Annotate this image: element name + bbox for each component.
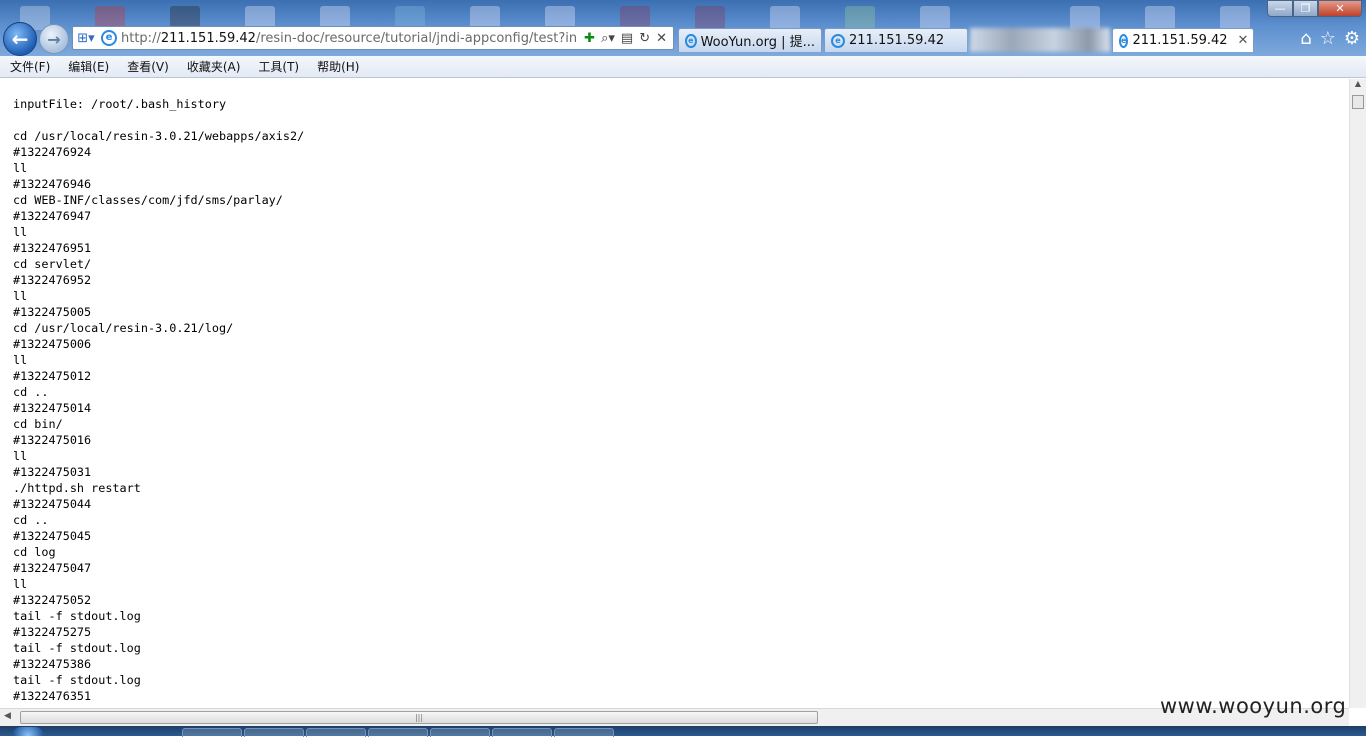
history-line: cd WEB-INF/classes/com/jfd/sms/parlay/ [13,193,283,207]
history-line: cd log [13,545,56,559]
watermark: www.wooyun.org [1160,694,1347,718]
taskbar [0,726,1366,737]
gear-icon[interactable]: ⚙ [1344,28,1360,49]
history-line: #1322475275 [13,625,92,639]
back-button[interactable]: ← [3,22,37,56]
desktop-icon-decoration [1220,6,1250,30]
address-url[interactable]: http://211.151.59.42/resin-doc/resource/… [121,31,578,46]
scroll-left-icon[interactable]: ◀ [4,711,11,721]
menu-bar: 文件(F) 编辑(E) 查看(V) 收藏夹(A) 工具(T) 帮助(H) [0,56,1366,78]
desktop-icon-decoration [695,6,725,30]
compat-icon[interactable]: ▤ [621,31,633,46]
history-line: #1322475005 [13,305,92,319]
history-line: #1322476351 [13,689,92,703]
ie-page-icon: e [101,30,117,46]
minimize-button[interactable]: — [1267,0,1293,17]
stop-icon[interactable]: ✕ [656,31,667,46]
maximize-button[interactable]: ❐ [1293,0,1318,17]
ie-tab-icon: e [685,33,697,48]
history-line: cd bin/ [13,417,63,431]
history-line: #1322475012 [13,369,92,383]
history-line: tail -f stdout.log [13,673,141,687]
menu-help[interactable]: 帮助(H) [307,58,367,75]
tab-label: 211.151.59.42 [849,33,945,48]
desktop-icon-decoration [920,6,950,30]
vertical-scrollbar[interactable]: ▲ [1349,79,1366,708]
history-line: #1322476952 [13,273,92,287]
ie-tab-icon: e [831,33,845,48]
history-line: ll [13,577,28,591]
history-line: #1322475052 [13,593,92,607]
star-icon[interactable]: ☆ [1320,28,1336,49]
tab-label: 211.151.59.42 [1132,33,1228,48]
history-line: #1322475014 [13,401,92,415]
search-icon[interactable]: ⌕▾ [601,31,615,46]
tab-ip-active[interactable]: e 211.151.59.42 ✕ [1112,28,1254,52]
desktop-icon-decoration [845,6,875,30]
tab-wooyun[interactable]: e WooYun.org | 提... [678,28,822,52]
desktop-icon-decoration [1145,6,1175,30]
history-line: ll [13,449,28,463]
vertical-scroll-thumb[interactable] [1352,95,1364,109]
compatibility-view-icon[interactable]: ⊞▾ [73,31,99,46]
tab-label: WooYun.org | 提... [700,35,815,50]
back-arrow-icon: ← [11,27,29,51]
refresh-icon[interactable]: ↻ [639,31,650,46]
horizontal-scrollbar[interactable]: ◀ ||| [0,708,1349,726]
input-file-line: inputFile: /root/.bash_history [13,97,227,111]
menu-edit[interactable]: 编辑(E) [58,58,117,75]
forward-arrow-icon: → [47,29,61,49]
history-line: #1322476946 [13,177,92,191]
history-line: cd .. [13,513,49,527]
history-line: tail -f stdout.log [13,609,141,623]
horizontal-scroll-thumb[interactable]: ||| [20,711,818,724]
text-document: inputFile: /root/.bash_historycd /usr/lo… [0,79,1349,704]
history-line: ll [13,289,28,303]
window-controls: — ❐ ✕ [1267,0,1362,17]
history-line: #1322475047 [13,561,92,575]
desktop-icon-decoration [770,6,800,30]
start-button[interactable] [12,727,44,736]
desktop-icon-decoration [1070,6,1100,30]
tab-close-icon[interactable]: ✕ [1228,33,1249,48]
history-line: #1322476947 [13,209,92,223]
history-line: #1322475006 [13,337,92,351]
history-line: cd /usr/local/resin-3.0.21/webapps/axis2… [13,129,305,143]
blurred-tab [970,28,1110,52]
ie-tab-icon: e [1119,33,1129,48]
history-line: cd /usr/local/resin-3.0.21/log/ [13,321,234,335]
history-line: cd servlet/ [13,257,92,271]
menu-file[interactable]: 文件(F) [0,58,58,75]
history-line: ll [13,353,28,367]
browser-chrome: ← → ⊞▾ e http://211.151.59.42/resin-doc/… [0,0,1366,56]
history-line: #1322476924 [13,145,92,159]
history-line: #1322475386 [13,657,92,671]
history-line: #1322475016 [13,433,92,447]
addon-icon[interactable]: ✚ [584,31,595,46]
forward-button[interactable]: → [39,24,69,54]
address-tools: ✚ ⌕▾ ▤ ↻ ✕ [578,31,673,46]
page-content: inputFile: /root/.bash_historycd /usr/lo… [0,79,1349,708]
tab-ip-1[interactable]: e 211.151.59.42 [824,28,968,52]
scroll-up-icon[interactable]: ▲ [1350,79,1366,93]
browser-toolbar-icons: ⌂ ☆ ⚙ [1300,28,1360,49]
history-lines: cd /usr/local/resin-3.0.21/webapps/axis2… [13,129,304,703]
home-icon[interactable]: ⌂ [1300,28,1311,49]
history-line: #1322475045 [13,529,92,543]
history-line: ./httpd.sh restart [13,481,141,495]
history-line: cd .. [13,385,49,399]
history-line: ll [13,161,28,175]
history-line: #1322476951 [13,241,92,255]
history-line: tail -f stdout.log [13,641,141,655]
history-line: ll [13,225,28,239]
menu-tools[interactable]: 工具(T) [248,58,307,75]
menu-favorites[interactable]: 收藏夹(A) [177,58,249,75]
history-line: #1322475044 [13,497,92,511]
address-bar[interactable]: ⊞▾ e http://211.151.59.42/resin-doc/reso… [72,26,674,50]
close-button[interactable]: ✕ [1318,0,1362,17]
history-line: #1322475031 [13,465,92,479]
menu-view[interactable]: 查看(V) [117,58,177,75]
